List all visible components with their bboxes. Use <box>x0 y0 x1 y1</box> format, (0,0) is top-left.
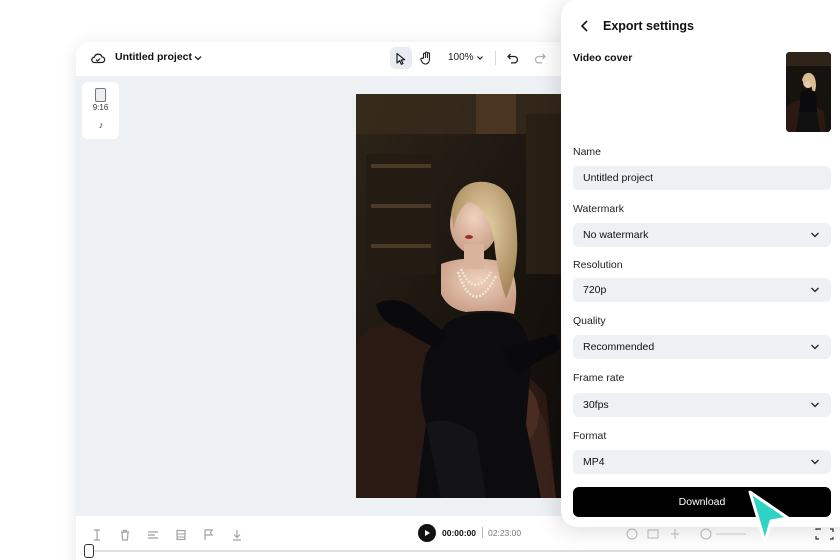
watermark-label: Watermark <box>573 203 624 215</box>
freeze-icon[interactable] <box>174 528 188 542</box>
undo-icon[interactable] <box>506 51 520 65</box>
play-button[interactable] <box>418 524 436 542</box>
chevron-down-icon <box>811 232 819 238</box>
video-cover-label: Video cover <box>573 52 633 64</box>
split-icon[interactable] <box>90 528 104 542</box>
video-cover-thumbnail[interactable] <box>786 52 831 132</box>
project-title[interactable]: Untitled project <box>115 51 192 63</box>
chevron-down-icon <box>811 402 819 408</box>
framerate-select[interactable]: 30fps <box>573 393 831 417</box>
watermark-value: No watermark <box>583 229 649 241</box>
timeline-track[interactable] <box>88 550 840 552</box>
zoom-controls <box>626 528 834 540</box>
zoom-chevron-icon[interactable] <box>476 54 484 62</box>
back-icon[interactable] <box>579 19 591 33</box>
play-icon <box>425 530 430 536</box>
cover-thumbnail-image <box>786 52 831 132</box>
chevron-down-icon <box>811 344 819 350</box>
total-time: 02:23:00 <box>488 528 522 538</box>
resolution-value: 720p <box>583 284 607 296</box>
download-icon[interactable] <box>230 528 244 542</box>
phone-frame-icon <box>95 88 106 102</box>
framerate-label: Frame rate <box>573 372 625 384</box>
delete-icon[interactable] <box>118 528 132 542</box>
toolbar-divider <box>495 51 496 65</box>
hand-icon <box>419 51 430 65</box>
chevron-down-icon <box>811 287 819 293</box>
current-time: 00:00:00 <box>442 528 477 538</box>
zoom-level[interactable]: 100% <box>448 52 474 63</box>
format-select[interactable]: MP4 <box>573 450 831 474</box>
framerate-value: 30fps <box>583 399 609 411</box>
cursor-icon <box>748 490 790 544</box>
export-settings-panel: Export settings Video cover Name Untitle… <box>561 0 840 527</box>
redo-icon[interactable] <box>533 51 547 65</box>
quality-label: Quality <box>573 315 606 327</box>
tiktok-icon: ♪ <box>98 120 104 130</box>
name-input[interactable]: Untitled project <box>573 166 831 190</box>
watermark-select[interactable]: No watermark <box>573 223 831 247</box>
aspect-ratio-label: 9:16 <box>92 103 109 112</box>
chevron-down-icon <box>811 459 819 465</box>
format-label: Format <box>573 430 607 442</box>
aspect-ratio-card[interactable]: 9:16 ♪ <box>82 82 119 139</box>
pointer-tool-button[interactable] <box>390 47 412 69</box>
resolution-select[interactable]: 720p <box>573 278 831 302</box>
format-value: MP4 <box>583 456 605 468</box>
panel-title: Export settings <box>603 19 694 33</box>
stage: Untitled project 100% 9:16 ♪ 00:00:00 02… <box>0 0 840 560</box>
playhead-handle[interactable] <box>84 544 94 558</box>
name-label: Name <box>573 146 602 158</box>
hand-tool-button[interactable] <box>417 48 435 68</box>
cloud-icon[interactable] <box>90 50 106 66</box>
crop-icon[interactable] <box>146 528 160 542</box>
time-separator <box>482 527 483 538</box>
resolution-label: Resolution <box>573 259 623 271</box>
quality-select[interactable]: Recommended <box>573 335 831 359</box>
pointer-icon <box>396 52 406 65</box>
name-value: Untitled project <box>583 172 654 184</box>
flag-icon[interactable] <box>202 528 216 542</box>
quality-value: Recommended <box>583 341 655 353</box>
chevron-down-icon[interactable] <box>193 53 203 63</box>
